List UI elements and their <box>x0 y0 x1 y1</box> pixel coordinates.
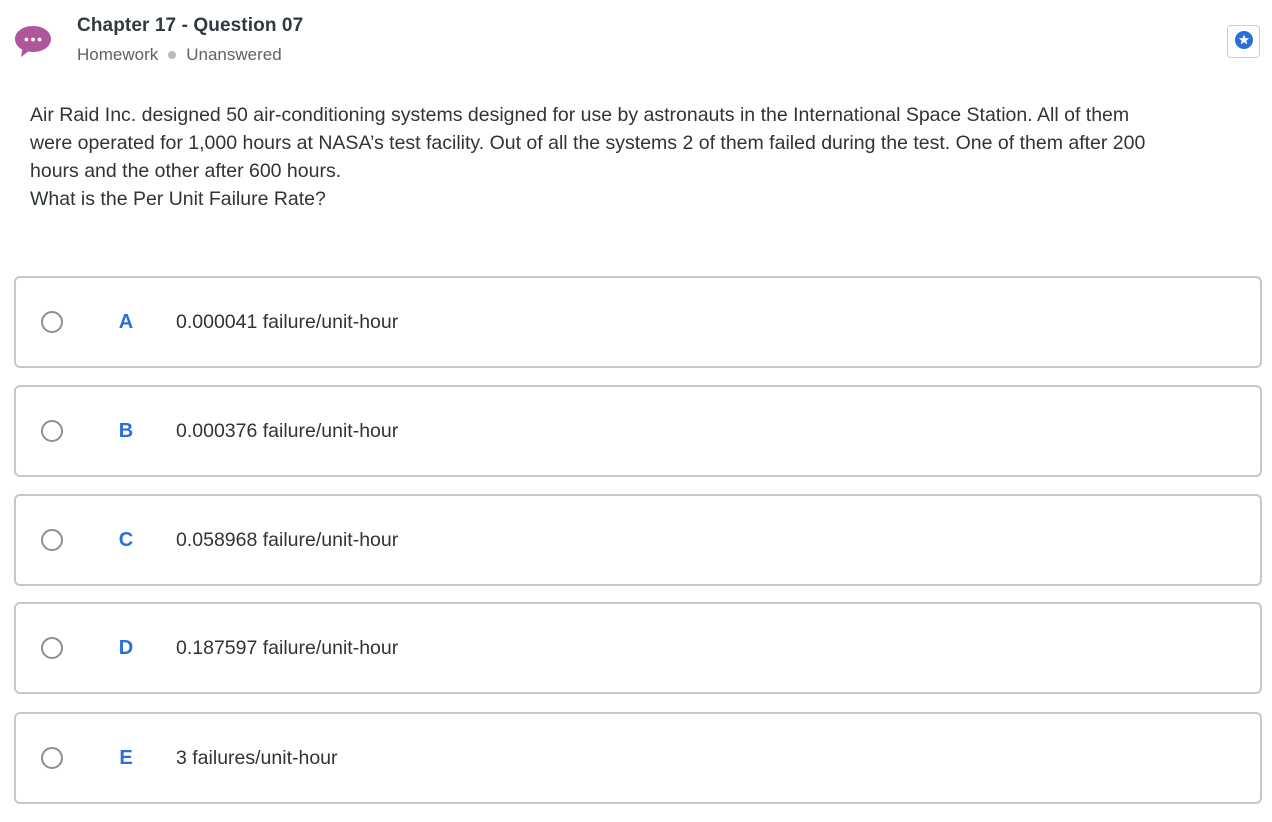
answer-option-e[interactable]: E 3 failures/unit-hour <box>14 712 1262 804</box>
question-title: Chapter 17 - Question 07 <box>77 15 304 36</box>
chat-bubble-icon[interactable] <box>14 24 52 58</box>
radio-button[interactable] <box>41 747 63 769</box>
star-icon <box>1234 30 1254 53</box>
option-letter: B <box>118 419 134 442</box>
answer-option-c[interactable]: C 0.058968 failure/unit-hour <box>14 494 1262 586</box>
option-letter: D <box>118 636 134 659</box>
question-text: Air Raid Inc. designed 50 air-conditioni… <box>30 101 1240 213</box>
question-page: Chapter 17 - Question 07 Homework Unansw… <box>0 0 1272 822</box>
question-status: Unanswered <box>186 45 282 64</box>
separator-dot <box>168 51 177 59</box>
option-text: 0.000376 failure/unit-hour <box>176 419 399 442</box>
radio-button[interactable] <box>41 420 63 442</box>
option-letter: E <box>119 746 133 769</box>
option-letter: C <box>118 528 134 551</box>
question-line: Air Raid Inc. designed 50 air-conditioni… <box>30 104 1130 126</box>
answer-option-a[interactable]: A 0.000041 failure/unit-hour <box>14 276 1262 368</box>
question-type: Homework <box>77 45 159 64</box>
question-meta: Homework Unanswered <box>77 45 303 65</box>
option-text: 0.187597 failure/unit-hour <box>176 636 399 659</box>
option-text: 0.000041 failure/unit-hour <box>176 310 399 333</box>
question-line: hours and the other after 600 hours. <box>30 160 342 182</box>
option-letter: A <box>118 310 134 333</box>
answer-option-b[interactable]: B 0.000376 failure/unit-hour <box>14 385 1262 477</box>
question-line: were operated for 1,000 hours at NASA’s … <box>30 132 1146 154</box>
radio-button[interactable] <box>41 529 63 551</box>
radio-button[interactable] <box>41 637 63 659</box>
answer-option-d[interactable]: D 0.187597 failure/unit-hour <box>14 602 1262 694</box>
header-text: Chapter 17 - Question 07 Homework Unansw… <box>77 14 303 65</box>
bookmark-button[interactable] <box>1227 25 1260 58</box>
option-text: 3 failures/unit-hour <box>176 746 338 769</box>
question-prompt: What is the Per Unit Failure Rate? <box>30 188 326 210</box>
question-header: Chapter 17 - Question 07 Homework Unansw… <box>0 0 1272 80</box>
option-text: 0.058968 failure/unit-hour <box>176 528 399 551</box>
radio-button[interactable] <box>41 311 63 333</box>
